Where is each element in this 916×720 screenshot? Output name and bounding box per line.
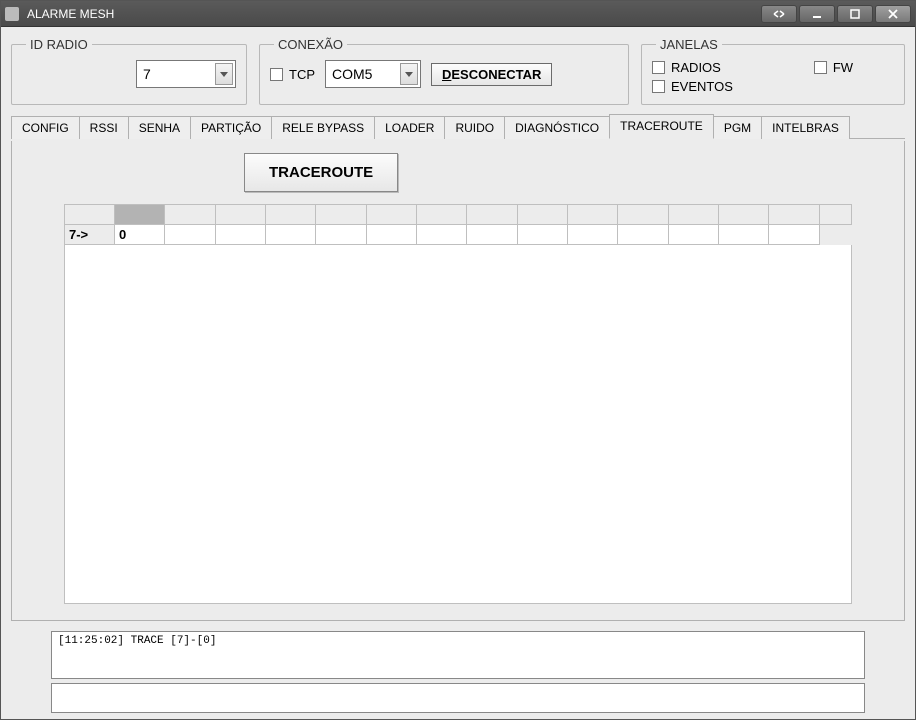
ribbon-arrow-button[interactable]: [761, 5, 797, 23]
grid-col-0[interactable]: [115, 205, 165, 225]
grid-col-9[interactable]: [568, 205, 618, 225]
tabstrip: CONFIG RSSI SENHA PARTIÇÃO RELE BYPASS L…: [11, 113, 905, 139]
maximize-button[interactable]: [837, 5, 873, 23]
tab-intelbras[interactable]: INTELBRAS: [761, 116, 850, 139]
trace-cell[interactable]: [366, 225, 416, 245]
tab-ruido[interactable]: RUIDO: [444, 116, 505, 139]
fw-checkbox[interactable]: FW: [814, 60, 894, 75]
window-title: ALARME MESH: [27, 7, 114, 21]
command-input[interactable]: [51, 683, 865, 713]
trace-cell[interactable]: [316, 225, 366, 245]
radios-label: RADIOS: [671, 60, 721, 75]
group-conexao: CONEXÃO TCP COM5 DESCONECTAR: [259, 37, 629, 105]
close-button[interactable]: [875, 5, 911, 23]
tab-diagnostico[interactable]: DIAGNÓSTICO: [504, 116, 610, 139]
tab-config[interactable]: CONFIG: [11, 116, 80, 139]
janelas-legend: JANELAS: [656, 37, 722, 52]
trace-cell[interactable]: [165, 225, 215, 245]
trace-cell[interactable]: [618, 225, 668, 245]
eventos-checkbox[interactable]: EVENTOS: [652, 79, 774, 94]
trace-cell[interactable]: [215, 225, 265, 245]
chevron-down-icon: [400, 63, 418, 85]
trace-cell[interactable]: [467, 225, 517, 245]
app-window: ALARME MESH ID RADIO 7: [0, 0, 916, 720]
com-port-combo[interactable]: COM5: [325, 60, 421, 88]
trace-cell[interactable]: [266, 225, 316, 245]
id-radio-legend: ID RADIO: [26, 37, 92, 52]
trace-cell[interactable]: [769, 225, 820, 245]
grid-col-pad: [820, 205, 852, 225]
table-header-row: [65, 205, 852, 225]
titlebar: ALARME MESH: [1, 1, 915, 27]
grid-col-12[interactable]: [719, 205, 769, 225]
grid-col-11[interactable]: [668, 205, 718, 225]
tcp-checkbox[interactable]: TCP: [270, 67, 315, 82]
grid-col-6[interactable]: [417, 205, 467, 225]
tab-particao[interactable]: PARTIÇÃO: [190, 116, 272, 139]
trace-cell[interactable]: [668, 225, 718, 245]
table-row[interactable]: 7-> 0: [65, 225, 852, 245]
checkbox-box: [270, 68, 283, 81]
trace-grid[interactable]: 7-> 0: [64, 204, 852, 245]
group-janelas: JANELAS RADIOS FW EVENTOS: [641, 37, 905, 105]
trace-cell[interactable]: [568, 225, 618, 245]
app-icon: [5, 7, 19, 21]
chevron-down-icon: [215, 63, 233, 85]
checkbox-box: [652, 80, 665, 93]
tab-senha[interactable]: SENHA: [128, 116, 191, 139]
trace-row-head: 7->: [65, 225, 115, 245]
tab-rssi[interactable]: RSSI: [79, 116, 129, 139]
trace-cell-0[interactable]: 0: [115, 225, 165, 245]
trace-cell[interactable]: [517, 225, 567, 245]
fw-label: FW: [833, 60, 853, 75]
minimize-button[interactable]: [799, 5, 835, 23]
tab-rele-bypass[interactable]: RELE BYPASS: [271, 116, 375, 139]
grid-col-4[interactable]: [316, 205, 366, 225]
tab-pgm[interactable]: PGM: [713, 116, 762, 139]
radios-checkbox[interactable]: RADIOS: [652, 60, 774, 75]
log-output[interactable]: [11:25:02] TRACE [7]-[0]: [51, 631, 865, 679]
trace-cell[interactable]: [417, 225, 467, 245]
tab-traceroute[interactable]: TRACEROUTE: [609, 114, 714, 139]
grid-col-13[interactable]: [769, 205, 820, 225]
traceroute-button[interactable]: TRACEROUTE: [244, 153, 398, 192]
grid-col-8[interactable]: [517, 205, 567, 225]
eventos-label: EVENTOS: [671, 79, 733, 94]
trace-grid-wrap: 7-> 0: [64, 204, 852, 604]
com-port-value: COM5: [332, 66, 372, 82]
group-id-radio: ID RADIO 7: [11, 37, 247, 105]
grid-col-10[interactable]: [618, 205, 668, 225]
id-radio-value: 7: [143, 66, 151, 82]
grid-col-1[interactable]: [165, 205, 215, 225]
conexao-legend: CONEXÃO: [274, 37, 347, 52]
checkbox-box: [814, 61, 827, 74]
tab-loader[interactable]: LOADER: [374, 116, 445, 139]
disconnect-button[interactable]: DESCONECTAR: [431, 63, 552, 86]
client-area: ID RADIO 7 CONEXÃO TCP COM: [1, 27, 915, 719]
id-radio-combo[interactable]: 7: [136, 60, 236, 88]
grid-col-3[interactable]: [266, 205, 316, 225]
titlebar-buttons: [761, 5, 911, 23]
tabpanel-traceroute: TRACEROUTE: [11, 141, 905, 621]
grid-col-7[interactable]: [467, 205, 517, 225]
trace-cell[interactable]: [719, 225, 769, 245]
checkbox-box: [652, 61, 665, 74]
grid-col-5[interactable]: [366, 205, 416, 225]
top-panels: ID RADIO 7 CONEXÃO TCP COM: [11, 37, 905, 105]
bottom-area: [11:25:02] TRACE [7]-[0]: [11, 631, 905, 713]
grid-col-2[interactable]: [215, 205, 265, 225]
tcp-label: TCP: [289, 67, 315, 82]
grid-corner: [65, 205, 115, 225]
grid-empty-area: [64, 245, 852, 604]
